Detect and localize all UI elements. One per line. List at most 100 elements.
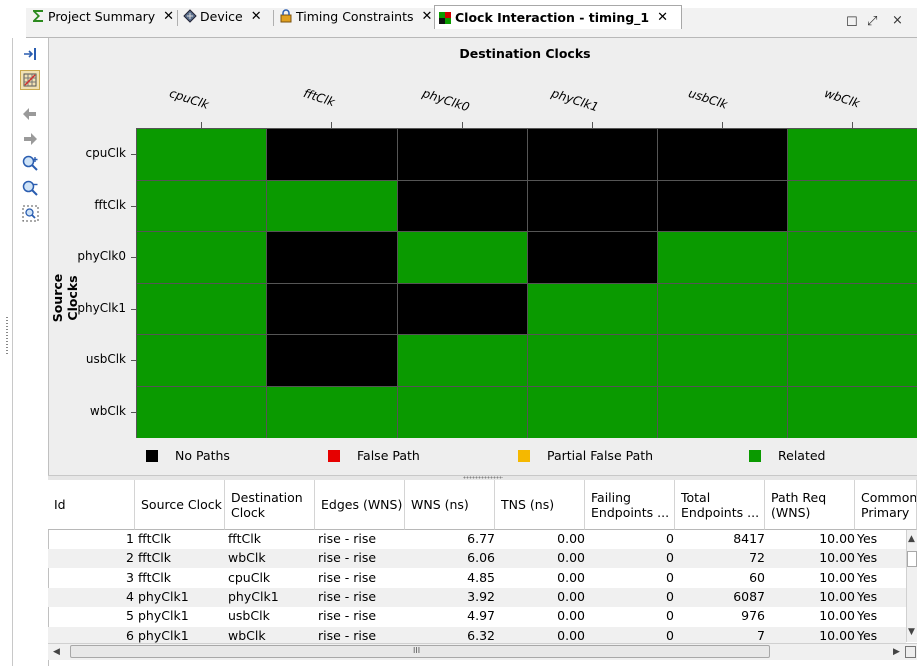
- matrix-cell-fftClk-fftClk[interactable]: [267, 181, 397, 231]
- matrix-cell-wbClk-usbClk[interactable]: [658, 387, 787, 438]
- matrix-cell-phyClk1-phyClk0[interactable]: [398, 284, 527, 334]
- table-cell: 0.00: [557, 550, 585, 566]
- column-header[interactable]: Total Endpoints ...: [675, 480, 765, 530]
- matrix-cell-phyClk0-usbClk[interactable]: [658, 232, 787, 283]
- sigma-icon: [31, 9, 45, 23]
- column-header[interactable]: Path Req (WNS): [765, 480, 855, 530]
- vertical-scrollbar[interactable]: [906, 530, 917, 642]
- zoom-fit-icon[interactable]: [20, 203, 40, 223]
- legend-swatch: [749, 449, 761, 462]
- table-cell: 72: [749, 550, 765, 566]
- matrix-cell-usbClk-fftClk[interactable]: [267, 335, 397, 386]
- legend-related: Related: [749, 448, 825, 463]
- table-row[interactable]: 2 fftClk wbClk rise - rise 6.06 0.00 0 72 10.00 Y…: [48, 549, 906, 569]
- column-header[interactable]: Destination Clock: [225, 480, 315, 530]
- clock-interaction-icon: [438, 11, 452, 25]
- collapse-panel-icon[interactable]: [20, 44, 40, 64]
- table-row[interactable]: 3 fftClk cpuClk rise - rise 4.85 0.00 0 60 10.00…: [48, 569, 906, 588]
- matrix-cell-phyClk0-phyClk1[interactable]: [528, 232, 657, 283]
- float-window-icon[interactable]: ⤢: [867, 14, 877, 29]
- matrix-cell-wbClk-phyClk1[interactable]: [528, 387, 657, 438]
- table-cell: Yes: [857, 588, 878, 604]
- matrix-cell-wbClk-fftClk[interactable]: [267, 387, 397, 438]
- column-header[interactable]: Source Clock: [135, 480, 225, 530]
- matrix-cell-phyClk0-fftClk[interactable]: [267, 232, 397, 283]
- matrix-cell-cpuClk-wbClk[interactable]: [788, 129, 917, 180]
- forward-arrow-icon[interactable]: [20, 129, 40, 149]
- back-arrow-icon[interactable]: [20, 104, 40, 124]
- close-icon[interactable]: ✕: [657, 10, 668, 25]
- tab-timing-constraints[interactable]: Timing Constraints ✕: [276, 5, 432, 27]
- matrix-cell-phyClk1-wbClk[interactable]: [788, 284, 917, 334]
- scroll-up-icon[interactable]: ▲: [908, 534, 915, 544]
- close-window-icon[interactable]: ×: [892, 13, 903, 28]
- matrix-cell-usbClk-cpuClk[interactable]: [137, 335, 266, 386]
- matrix-cell-fftClk-usbClk[interactable]: [658, 181, 787, 231]
- table-cell: phyClk1: [138, 608, 189, 624]
- matrix-cell-wbClk-wbClk[interactable]: [788, 387, 917, 438]
- matrix-cell-usbClk-usbClk[interactable]: [658, 335, 787, 386]
- column-header[interactable]: Id: [48, 480, 135, 530]
- matrix-cell-fftClk-cpuClk[interactable]: [137, 181, 266, 231]
- zoom-in-icon[interactable]: [20, 153, 40, 173]
- scroll-thumb-grip: III: [413, 646, 421, 655]
- grid-view-icon[interactable]: [20, 70, 40, 90]
- table-cell: phyClk1: [228, 588, 279, 604]
- table-cell: 10.00: [819, 588, 855, 604]
- matrix-cell-wbClk-phyClk0[interactable]: [398, 387, 527, 438]
- matrix-cell-cpuClk-fftClk[interactable]: [267, 129, 397, 180]
- matrix-cell-cpuClk-phyClk1[interactable]: [528, 129, 657, 180]
- table-cell: 4.85: [467, 569, 495, 585]
- table-cell: Yes: [857, 569, 878, 585]
- table-row[interactable]: 5 phyClk1 usbClk rise - rise 4.97 0.00 0 976 10.…: [48, 607, 906, 626]
- column-header[interactable]: WNS (ns): [405, 480, 495, 530]
- interaction-matrix: [136, 128, 917, 438]
- column-header[interactable]: Edges (WNS): [315, 480, 405, 530]
- matrix-cell-phyClk1-fftClk[interactable]: [267, 284, 397, 334]
- matrix-cell-phyClk0-wbClk[interactable]: [788, 232, 917, 283]
- zoom-out-icon[interactable]: [20, 178, 40, 198]
- column-header[interactable]: TNS (ns): [495, 480, 585, 530]
- matrix-cell-phyClk1-cpuClk[interactable]: [137, 284, 266, 334]
- matrix-cell-usbClk-wbClk[interactable]: [788, 335, 917, 386]
- matrix-cell-fftClk-wbClk[interactable]: [788, 181, 917, 231]
- scroll-down-icon[interactable]: ▼: [908, 627, 915, 637]
- close-icon[interactable]: ✕: [251, 9, 262, 24]
- matrix-cell-cpuClk-phyClk0[interactable]: [398, 129, 527, 180]
- matrix-cell-phyClk0-phyClk0[interactable]: [398, 232, 527, 283]
- vertical-scroll-thumb[interactable]: [907, 551, 917, 567]
- matrix-cell-usbClk-phyClk0[interactable]: [398, 335, 527, 386]
- tab-project-summary[interactable]: Project Summary ✕: [28, 5, 174, 27]
- close-icon[interactable]: ✕: [163, 9, 174, 24]
- column-header[interactable]: Failing Endpoints ...: [585, 480, 675, 530]
- source-clock-label: fftClk: [94, 198, 126, 212]
- table-cell: fftClk: [138, 550, 171, 566]
- matrix-cell-cpuClk-cpuClk[interactable]: [137, 129, 266, 180]
- scroll-left-icon[interactable]: ◀: [53, 647, 60, 657]
- restore-window-icon[interactable]: ☐: [846, 15, 858, 30]
- table-cell: 0.00: [557, 531, 585, 546]
- table-cell: usbClk: [228, 608, 270, 624]
- tab-clock-interaction[interactable]: Clock Interaction - timing_1 ✕: [434, 5, 682, 29]
- table-cell: Yes: [857, 531, 878, 546]
- matrix-cell-phyClk1-usbClk[interactable]: [658, 284, 787, 334]
- matrix-cell-fftClk-phyClk1[interactable]: [528, 181, 657, 231]
- table-cell: 10.00: [819, 550, 855, 566]
- matrix-cell-cpuClk-usbClk[interactable]: [658, 129, 787, 180]
- panel-resize-grip[interactable]: [5, 316, 9, 356]
- close-icon[interactable]: ✕: [422, 9, 433, 24]
- table-cell: 10.00: [819, 531, 855, 546]
- table-cell: 0: [666, 569, 674, 585]
- matrix-cell-wbClk-cpuClk[interactable]: [137, 387, 266, 438]
- column-header[interactable]: Common Primary: [855, 480, 917, 530]
- table-options-icon[interactable]: [905, 646, 916, 658]
- table-row[interactable]: 4 phyClk1 phyClk1 rise - rise 3.92 0.00 0 6087 1…: [48, 587, 906, 607]
- matrix-cell-usbClk-phyClk1[interactable]: [528, 335, 657, 386]
- table-row[interactable]: 1 fftClk fftClk rise - rise 6.77 0.00 0 8417 10.…: [48, 530, 906, 549]
- matrix-cell-phyClk1-phyClk1[interactable]: [528, 284, 657, 334]
- scroll-right-icon[interactable]: ▶: [893, 647, 900, 657]
- matrix-cell-phyClk0-cpuClk[interactable]: [137, 232, 266, 283]
- source-clock-label: usbClk: [85, 352, 126, 366]
- tab-device[interactable]: Device ✕: [180, 5, 262, 27]
- matrix-cell-fftClk-phyClk0[interactable]: [398, 181, 527, 231]
